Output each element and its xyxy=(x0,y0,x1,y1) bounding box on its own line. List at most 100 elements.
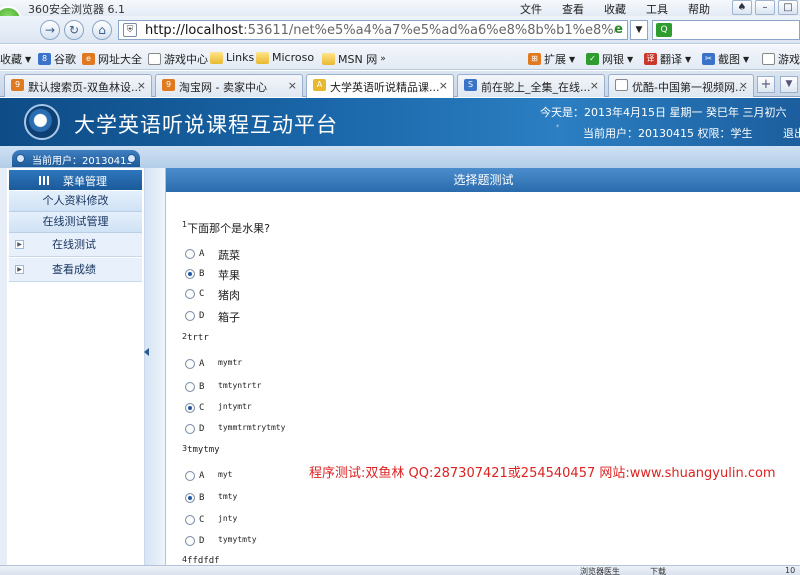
answer-radio[interactable] xyxy=(185,515,195,525)
logout-link[interactable]: 退出 xyxy=(783,125,800,141)
menu-view[interactable]: 查看 xyxy=(562,1,584,17)
option-letter: C xyxy=(199,403,205,413)
menu-header[interactable]: 菜单管理 xyxy=(9,170,142,190)
menu-item-profile[interactable]: 个人资料修改 xyxy=(9,191,142,212)
close-icon[interactable]: × xyxy=(439,79,448,92)
shield-icon[interactable]: ⛨ xyxy=(123,23,137,37)
tab-favicon-icon: S xyxy=(464,79,477,91)
translate-icon: 译 xyxy=(644,53,657,65)
expand-arrow-icon[interactable]: ▶ xyxy=(15,265,24,274)
address-url[interactable]: http://localhost:53611/net%e5%a4%a7%e5%a… xyxy=(145,23,615,38)
favorites-item[interactable]: 游戏 xyxy=(762,51,800,67)
favorites-item[interactable]: 译翻译 ▼ xyxy=(644,51,691,67)
address-bar[interactable]: ⛨ http://localhost:53611/net%e5%a4%a7%e5… xyxy=(118,20,628,40)
option-letter: A xyxy=(199,249,205,259)
answer-radio[interactable] xyxy=(185,471,195,481)
answer-radio[interactable] xyxy=(185,382,195,392)
forward-icon[interactable]: → xyxy=(40,20,60,40)
search-input[interactable]: Q xyxy=(652,20,800,40)
favorites-item[interactable]: Microso xyxy=(256,51,314,64)
tab-favicon-icon: 9 xyxy=(11,79,24,91)
favorites-item[interactable]: MSN 网» xyxy=(322,51,386,67)
menu-header-label: 菜单管理 xyxy=(63,175,107,188)
site-header: 大学英语听说课程互动平台 今天是：2013年4月15日 星期一 癸巳年 三月初六… xyxy=(0,98,800,146)
ie-mode-icon[interactable]: e xyxy=(614,22,623,37)
menu-item-test-management[interactable]: 在线测试管理 xyxy=(9,212,142,233)
menu-item-view-scores[interactable]: ▶ 查看成绩 xyxy=(9,258,142,282)
favorites-item[interactable]: e 网址大全 xyxy=(82,51,142,67)
browser-tab[interactable]: 9 淘宝网 - 卖家中心 × xyxy=(155,74,303,97)
menu-item-online-test[interactable]: ▶ 在线测试 xyxy=(9,233,142,257)
skin-icon[interactable]: ♠ xyxy=(732,0,752,15)
answer-radio[interactable] xyxy=(185,536,195,546)
bank-icon: ✓ xyxy=(586,53,599,65)
option-text: myt xyxy=(218,470,233,479)
option-text: jnty xyxy=(218,514,238,523)
browser-tab[interactable]: 9 默认搜索页-双鱼林设... × xyxy=(4,74,152,97)
refresh-icon[interactable]: ↻ xyxy=(64,20,84,40)
menu-file[interactable]: 文件 xyxy=(520,1,542,17)
tab-list-icon[interactable]: ▼ xyxy=(780,76,798,93)
minimize-button[interactable]: – xyxy=(755,0,775,15)
question-text: 下面那个是水果? xyxy=(187,222,270,235)
google-icon: 8 xyxy=(38,53,51,65)
status-doctor[interactable]: 浏览器医生 xyxy=(580,566,620,575)
option-text: 箱子 xyxy=(218,311,240,324)
status-zoom[interactable]: 10 xyxy=(785,566,795,575)
favorites-item[interactable]: 收藏 ▼ xyxy=(0,51,31,67)
close-icon[interactable]: × xyxy=(590,79,599,92)
question-title: 1下面那个是水果? xyxy=(182,220,270,236)
question-text: tmytmy xyxy=(187,445,220,455)
close-icon[interactable]: × xyxy=(137,79,146,92)
tab-label: 默认搜索页-双鱼林设... xyxy=(28,81,142,94)
answer-radio[interactable] xyxy=(185,403,195,413)
left-menu: 菜单管理 个人资料修改 在线测试管理 ▶ 在线测试 ▶ 查看成绩 xyxy=(0,168,145,575)
question-title: 3tmytmy xyxy=(182,444,220,455)
favorites-item[interactable]: ✂ 截图 ▼ xyxy=(702,51,749,67)
answer-radio[interactable] xyxy=(185,359,195,369)
option-letter: B xyxy=(199,382,205,392)
favorites-item[interactable]: ✓ 网银 ▼ xyxy=(586,51,633,67)
browser-title: 360安全浏览器 6.1 xyxy=(28,3,125,16)
new-tab-button[interactable]: + xyxy=(757,76,775,93)
favorites-item[interactable]: Links xyxy=(210,51,254,64)
answer-radio[interactable] xyxy=(185,249,195,259)
question-title: 2trtr xyxy=(182,332,209,343)
favorites-item[interactable]: 8 谷歌 xyxy=(38,51,76,67)
browser-menu-bar: 文件 查看 收藏 工具 帮助 xyxy=(520,1,710,17)
collapse-arrow-icon[interactable] xyxy=(144,348,149,356)
status-download[interactable]: 下载 xyxy=(650,566,666,575)
answer-radio[interactable] xyxy=(185,493,195,503)
option-text: tmtyntrtr xyxy=(218,381,262,390)
menu-help[interactable]: 帮助 xyxy=(688,1,710,17)
option-letter: A xyxy=(199,359,205,369)
window-controls: ♠ – □ xyxy=(732,0,798,15)
question-text: trtr xyxy=(187,333,209,343)
close-icon[interactable]: × xyxy=(739,79,748,92)
option-text: tymmtrmtrytmty xyxy=(218,423,286,432)
favorites-item[interactable]: ⊞ 扩展 ▼ xyxy=(528,51,575,67)
browser-tab[interactable]: S 前在驼上_全集_在线... × xyxy=(457,74,605,97)
favorites-item[interactable]: 游戏中心 xyxy=(148,51,208,67)
user-info: 当前用户：20130415 权限：学生 xyxy=(583,127,753,140)
maximize-button[interactable]: □ xyxy=(778,0,798,15)
answer-radio[interactable] xyxy=(185,289,195,299)
answer-radio[interactable] xyxy=(185,311,195,321)
browser-title-bar: 360安全浏览器 6.1 文件 查看 收藏 工具 帮助 ♠ – □ xyxy=(0,0,800,16)
home-icon[interactable]: ⌂ xyxy=(92,20,112,40)
tab-favicon-icon xyxy=(615,79,628,91)
expand-arrow-icon[interactable]: ▶ xyxy=(15,240,24,249)
browser-tab[interactable]: 优酷-中国第一视频网... × xyxy=(608,74,754,97)
close-icon[interactable]: × xyxy=(288,79,297,92)
answer-radio[interactable] xyxy=(185,424,195,434)
search-engine-icon[interactable]: Q xyxy=(656,23,672,37)
watermark-text: 程序测试:双鱼林 QQ:287307421或254540457 网站:www.s… xyxy=(309,466,776,481)
panel-title: 选择题测试 xyxy=(166,168,800,192)
menu-tools[interactable]: 工具 xyxy=(646,1,668,17)
browser-tab-active[interactable]: A 大学英语听说精品课... × xyxy=(306,74,454,98)
answer-radio[interactable] xyxy=(185,269,195,279)
panel-divider[interactable] xyxy=(144,168,165,575)
address-dropdown-icon[interactable]: ▼ xyxy=(630,20,648,40)
menu-favorites[interactable]: 收藏 xyxy=(604,1,626,17)
site-title: 大学英语听说课程互动平台 xyxy=(74,113,338,137)
